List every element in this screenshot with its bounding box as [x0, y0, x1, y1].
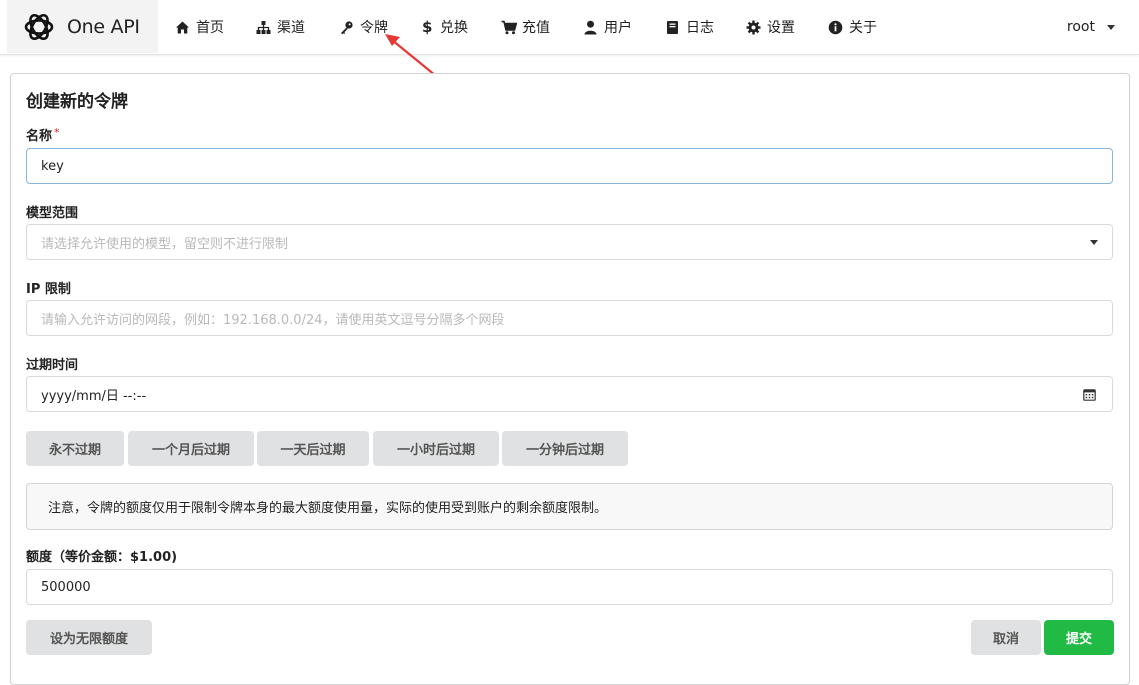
chevron-down-icon: [1107, 24, 1115, 30]
gear-icon: [746, 20, 761, 35]
nav-home-label: 首页: [196, 20, 224, 36]
required-mark: *: [54, 126, 60, 139]
openai-logo-icon: [24, 13, 54, 40]
page-title: 创建新的令牌: [26, 92, 128, 112]
expire-label: 过期时间: [26, 358, 79, 373]
key-icon: [339, 20, 354, 35]
models-select[interactable]: 请选择允许使用的模型，留空则不进行限制: [26, 224, 1113, 260]
home-icon: [175, 20, 190, 35]
submit-button[interactable]: 提交: [1044, 620, 1114, 655]
nav-about[interactable]: 关于: [828, 0, 877, 54]
quota-notice-text: 注意，令牌的额度仅用于限制令牌本身的最大额度使用量，实际的使用受到账户的剩余额度…: [48, 501, 608, 516]
nav-topup[interactable]: 充值: [501, 0, 550, 54]
name-input[interactable]: key: [26, 148, 1113, 184]
name-label: 名称 *: [26, 125, 60, 144]
brand-logo[interactable]: One API: [7, 0, 158, 53]
expire-never-button[interactable]: 永不过期: [26, 431, 124, 466]
nav-settings[interactable]: 设置: [746, 0, 795, 54]
nav-channels-label: 渠道: [277, 20, 305, 36]
ip-input-placeholder: 请输入允许访问的网段，例如：192.168.0.0/24，请使用英文逗号分隔多个…: [41, 312, 505, 328]
expire-datetime-input[interactable]: yyyy/mm/日 --:--: [26, 376, 1113, 412]
sitemap-icon: [256, 20, 271, 35]
nav-home[interactable]: 首页: [175, 0, 224, 54]
nav-logs-label: 日志: [686, 20, 714, 36]
cart-icon: [501, 20, 517, 35]
expire-one-month-button[interactable]: 一个月后过期: [128, 431, 254, 466]
chevron-down-icon: [1090, 240, 1098, 245]
expire-one-minute-button[interactable]: 一分钟后过期: [502, 431, 628, 466]
info-icon: [828, 20, 843, 35]
nav-logs[interactable]: 日志: [665, 0, 714, 54]
expire-one-hour-button[interactable]: 一小时后过期: [373, 431, 499, 466]
name-input-value: key: [41, 158, 64, 174]
nav-users[interactable]: 用户: [583, 0, 632, 54]
name-label-text: 名称: [26, 129, 53, 144]
user-menu-dropdown[interactable]: root: [1067, 0, 1115, 54]
user-name: root: [1066, 19, 1095, 35]
quota-label: 额度（等价金额：$1.00): [26, 550, 178, 565]
quota-notice: 注意，令牌的额度仅用于限制令牌本身的最大额度使用量，实际的使用受到账户的剩余额度…: [26, 483, 1113, 530]
top-navbar: One API 首页 渠道 令牌 $ 兑换 充值 用户 日志 设置 关于 roo…: [0, 0, 1139, 55]
nav-users-label: 用户: [604, 20, 632, 36]
nav-topup-label: 充值: [522, 20, 550, 36]
nav-about-label: 关于: [849, 20, 877, 36]
calendar-icon[interactable]: [1083, 388, 1096, 401]
nav-channels[interactable]: 渠道: [256, 0, 305, 54]
cancel-button[interactable]: 取消: [971, 620, 1041, 655]
set-unlimited-quota-button[interactable]: 设为无限额度: [26, 620, 152, 655]
create-token-card: 创建新的令牌 名称 * key 模型范围 请选择允许使用的模型，留空则不进行限制 …: [10, 73, 1130, 685]
quota-input[interactable]: 500000: [26, 569, 1113, 605]
ip-input[interactable]: 请输入允许访问的网段，例如：192.168.0.0/24，请使用英文逗号分隔多个…: [26, 300, 1113, 336]
book-icon: [665, 20, 680, 35]
quota-input-value: 500000: [41, 579, 91, 595]
nav-settings-label: 设置: [767, 20, 795, 36]
models-select-placeholder: 请选择允许使用的模型，留空则不进行限制: [41, 236, 289, 252]
brand-name: One API: [67, 15, 140, 38]
user-icon: [583, 20, 598, 35]
expire-one-day-button[interactable]: 一天后过期: [257, 431, 369, 466]
expire-input-value: yyyy/mm/日 --:--: [41, 388, 147, 404]
ip-label: IP 限制: [26, 282, 71, 297]
models-label: 模型范围: [26, 206, 79, 221]
